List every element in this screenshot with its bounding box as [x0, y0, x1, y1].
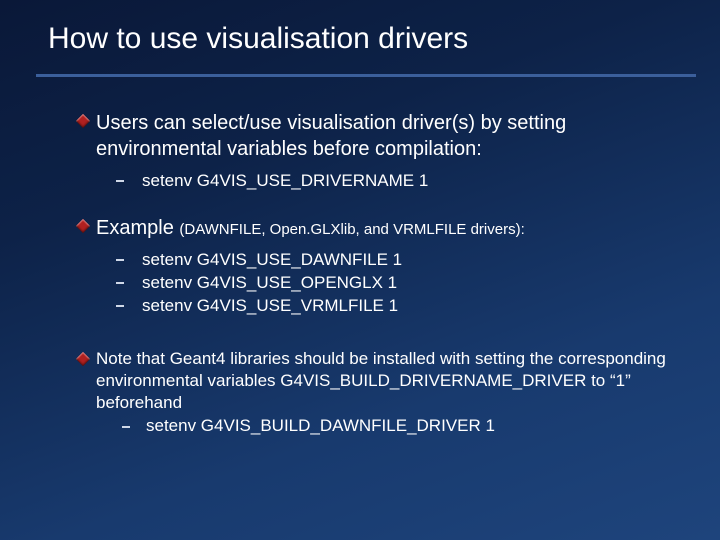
bullet-3-text: Note that Geant4 libraries should be ins…	[96, 348, 680, 414]
bullet-1-sub-1: setenv G4VIS_USE_DRIVERNAME 1	[96, 170, 680, 193]
title-underline	[36, 74, 696, 77]
diamond-icon	[76, 352, 90, 366]
dash-icon	[116, 305, 124, 307]
bullet-2-sub-3: setenv G4VIS_USE_VRMLFILE 1	[96, 295, 680, 318]
bullet-2-sub-1: setenv G4VIS_USE_DAWNFILE 1	[96, 249, 680, 272]
bullet-1-sublist: setenv G4VIS_USE_DRIVERNAME 1	[96, 170, 680, 193]
bullet-2-lead: Example	[96, 217, 179, 239]
bullet-3-sub-1: setenv G4VIS_BUILD_DAWNFILE_DRIVER 1	[96, 416, 680, 436]
dash-icon	[116, 282, 124, 284]
bullet-2-paren: (DAWNFILE, Open.GLXlib, and VRMLFILE dri…	[179, 221, 524, 238]
content-area: Users can select/use visualisation drive…	[96, 110, 680, 444]
sub-text: setenv G4VIS_USE_DRIVERNAME 1	[142, 171, 428, 190]
dash-icon	[122, 426, 130, 428]
slide-title: How to use visualisation drivers	[48, 22, 468, 56]
dash-icon	[116, 180, 124, 182]
dash-icon	[116, 259, 124, 261]
bullet-3: Note that Geant4 libraries should be ins…	[96, 348, 680, 436]
diamond-icon	[76, 114, 90, 128]
bullet-2: Example (DAWNFILE, Open.GLXlib, and VRML…	[96, 215, 680, 241]
sub-text: setenv G4VIS_USE_OPENGLX 1	[142, 273, 397, 292]
sub-text: setenv G4VIS_BUILD_DAWNFILE_DRIVER 1	[146, 416, 495, 435]
sub-text: setenv G4VIS_USE_VRMLFILE 1	[142, 296, 398, 315]
bullet-1: Users can select/use visualisation drive…	[96, 110, 680, 162]
sub-text: setenv G4VIS_USE_DAWNFILE 1	[142, 250, 402, 269]
diamond-icon	[76, 219, 90, 233]
slide: How to use visualisation drivers Users c…	[0, 0, 720, 540]
bullet-1-text: Users can select/use visualisation drive…	[96, 110, 680, 162]
bullet-2-sub-2: setenv G4VIS_USE_OPENGLX 1	[96, 272, 680, 295]
bullet-2-sublist: setenv G4VIS_USE_DAWNFILE 1 setenv G4VIS…	[96, 249, 680, 318]
bullet-2-text: Example (DAWNFILE, Open.GLXlib, and VRML…	[96, 215, 680, 241]
